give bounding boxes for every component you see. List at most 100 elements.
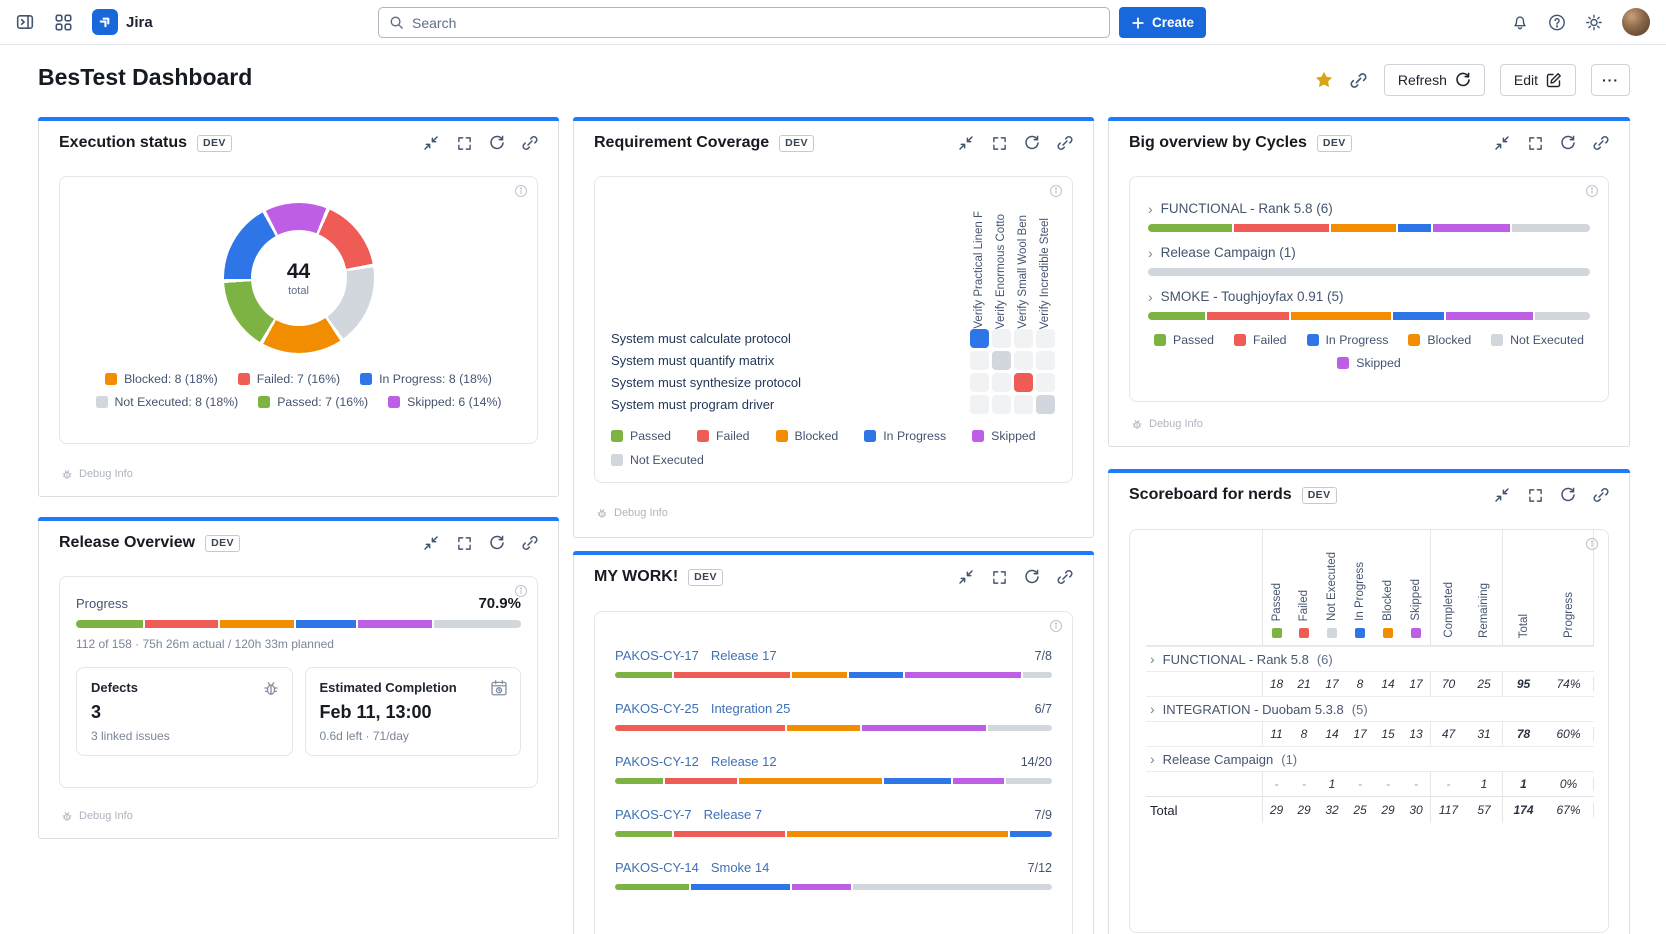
favorite-star-icon[interactable]: [1314, 70, 1334, 90]
info-icon[interactable]: [1585, 537, 1599, 551]
help-icon[interactable]: [1548, 13, 1566, 31]
matrix-cell-empty[interactable]: [1036, 351, 1055, 370]
collapse-icon[interactable]: [1494, 487, 1510, 503]
matrix-cell-empty[interactable]: [970, 351, 989, 370]
issue-key-link[interactable]: PAKOS-CY-7: [615, 807, 692, 822]
info-icon[interactable]: [1049, 184, 1063, 198]
collapse-icon[interactable]: [423, 135, 439, 151]
debug-info-link[interactable]: Debug Info: [596, 507, 668, 519]
info-icon[interactable]: [1585, 184, 1599, 198]
share-link-icon[interactable]: [1349, 70, 1369, 90]
link-icon[interactable]: [1057, 569, 1073, 585]
matrix-column-header[interactable]: Verify Incredible Steel: [1034, 177, 1056, 329]
debug-info-link[interactable]: Debug Info: [61, 468, 133, 480]
matrix-cell-empty[interactable]: [1014, 395, 1033, 414]
issue-name-link[interactable]: Release 12: [711, 754, 777, 769]
issue-key-link[interactable]: PAKOS-CY-17: [615, 648, 699, 663]
issue-name-link[interactable]: Release 7: [704, 807, 763, 822]
scoreboard-column-label: Blocked: [1382, 580, 1394, 621]
issue-name-link[interactable]: Release 17: [711, 648, 777, 663]
gadget-toolbar: [958, 135, 1073, 151]
cycle-expander[interactable]: ›FUNCTIONAL - Rank 5.8 (6): [1148, 201, 1590, 216]
scoreboard-value: 32: [1318, 803, 1346, 817]
issue-name-link[interactable]: Smoke 14: [711, 860, 770, 875]
search-bar[interactable]: [378, 7, 1110, 38]
matrix-cell-inprogress[interactable]: [970, 329, 989, 348]
matrix-row-label[interactable]: System must calculate protocol: [611, 329, 968, 351]
expand-icon[interactable]: [1527, 135, 1543, 151]
matrix-cell-none[interactable]: [992, 351, 1011, 370]
issue-name-link[interactable]: Integration 25: [711, 701, 791, 716]
matrix-column-header[interactable]: Verify Practical Linen F: [968, 177, 990, 329]
cycle-expander[interactable]: ›SMOKE - Toughjoyfax 0.91 (5): [1148, 289, 1590, 304]
gadget-header: MY WORK! DEV: [594, 568, 1073, 586]
estimated-completion-card[interactable]: Estimated Completion Feb 11, 13:00 0.6d …: [305, 667, 522, 756]
create-button[interactable]: Create: [1119, 7, 1206, 38]
scoreboard-group-row[interactable]: ›FUNCTIONAL - Rank 5.8(6): [1146, 646, 1594, 671]
edit-button[interactable]: Edit: [1500, 64, 1576, 96]
issue-key-link[interactable]: PAKOS-CY-12: [615, 754, 699, 769]
matrix-cell-empty[interactable]: [1014, 329, 1033, 348]
debug-info-link[interactable]: Debug Info: [61, 810, 133, 822]
gadget-title: Requirement Coverage: [594, 134, 769, 152]
matrix-cell-empty[interactable]: [992, 329, 1011, 348]
expand-icon[interactable]: [456, 535, 472, 551]
link-icon[interactable]: [1593, 487, 1609, 503]
dev-badge: DEV: [1317, 135, 1352, 152]
refresh-icon[interactable]: [1560, 487, 1576, 503]
link-icon[interactable]: [522, 535, 538, 551]
expand-icon[interactable]: [991, 135, 1007, 151]
user-avatar[interactable]: [1622, 8, 1650, 36]
scoreboard-group-row[interactable]: ›Release Campaign(1): [1146, 746, 1594, 771]
collapse-icon[interactable]: [958, 569, 974, 585]
collapse-icon[interactable]: [958, 135, 974, 151]
info-icon[interactable]: [514, 184, 528, 198]
expand-icon[interactable]: [1527, 487, 1543, 503]
matrix-column-header[interactable]: Verify Small Wool Ben: [1012, 177, 1034, 329]
matrix-column-header[interactable]: Verify Enormous Cotto: [990, 177, 1012, 329]
matrix-row-label[interactable]: System must quantify matrix: [611, 351, 968, 373]
matrix-cell-failed[interactable]: [1014, 373, 1033, 392]
cycle-expander[interactable]: ›Release Campaign (1): [1148, 245, 1590, 260]
matrix-cell-empty[interactable]: [992, 395, 1011, 414]
search-input[interactable]: [412, 15, 1099, 31]
refresh-icon[interactable]: [1024, 569, 1040, 585]
scoreboard-group-row[interactable]: ›INTEGRATION - Duobam 5.3.8(5): [1146, 696, 1594, 721]
collapse-icon[interactable]: [423, 535, 439, 551]
matrix-row-label[interactable]: System must program driver: [611, 395, 968, 417]
matrix-cell-empty[interactable]: [1036, 329, 1055, 348]
defects-card[interactable]: Defects 3 3 linked issues: [76, 667, 293, 756]
my-work-item: PAKOS-CY-14Smoke 147/12: [615, 860, 1052, 890]
refresh-icon[interactable]: [489, 135, 505, 151]
info-icon[interactable]: [514, 584, 528, 598]
link-icon[interactable]: [522, 135, 538, 151]
matrix-cell-empty[interactable]: [992, 373, 1011, 392]
jira-logo[interactable]: Jira: [92, 9, 153, 35]
refresh-icon[interactable]: [1024, 135, 1040, 151]
settings-gear-icon[interactable]: [1585, 13, 1603, 31]
info-icon[interactable]: [1049, 619, 1063, 633]
refresh-icon[interactable]: [489, 535, 505, 551]
bug-icon: [61, 810, 73, 822]
matrix-cell-empty[interactable]: [970, 373, 989, 392]
app-switcher-icon[interactable]: [54, 13, 72, 31]
expand-icon[interactable]: [456, 135, 472, 151]
matrix-cell-none[interactable]: [1036, 395, 1055, 414]
refresh-icon[interactable]: [1560, 135, 1576, 151]
issue-key-link[interactable]: PAKOS-CY-25: [615, 701, 699, 716]
notifications-bell-icon[interactable]: [1511, 13, 1529, 31]
debug-info-link[interactable]: Debug Info: [1131, 418, 1203, 430]
link-icon[interactable]: [1057, 135, 1073, 151]
matrix-cell-empty[interactable]: [1014, 351, 1033, 370]
collapse-icon[interactable]: [1494, 135, 1510, 151]
issue-key-link[interactable]: PAKOS-CY-14: [615, 860, 699, 875]
matrix-cell-empty[interactable]: [1036, 373, 1055, 392]
expand-icon[interactable]: [991, 569, 1007, 585]
matrix-cell-empty[interactable]: [970, 395, 989, 414]
link-icon[interactable]: [1593, 135, 1609, 151]
execution-count: 7/8: [1035, 649, 1052, 663]
sidebar-toggle-icon[interactable]: [16, 13, 34, 31]
more-options-button[interactable]: ···: [1591, 64, 1630, 96]
refresh-button[interactable]: Refresh: [1384, 64, 1485, 96]
matrix-row-label[interactable]: System must synthesize protocol: [611, 373, 968, 395]
